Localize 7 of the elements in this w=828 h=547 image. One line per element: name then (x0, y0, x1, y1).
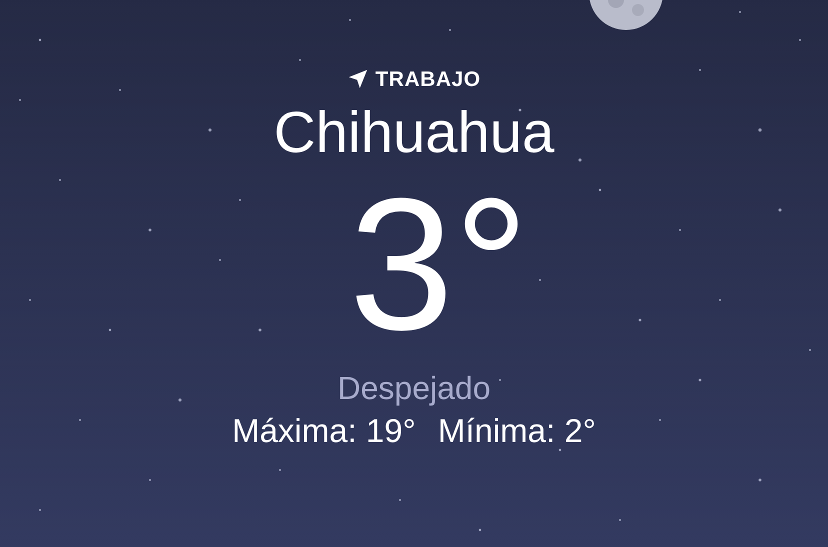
high-temperature: Máxima: 19° (232, 414, 416, 447)
low-temperature: Mínima: 2° (438, 414, 596, 447)
location-arrow-icon (347, 68, 370, 90)
location-label: TRABAJO (375, 68, 481, 90)
temperature: 3° (348, 170, 529, 358)
weather-condition: Despejado (338, 372, 490, 404)
city-name: Chihuahua (274, 104, 554, 162)
